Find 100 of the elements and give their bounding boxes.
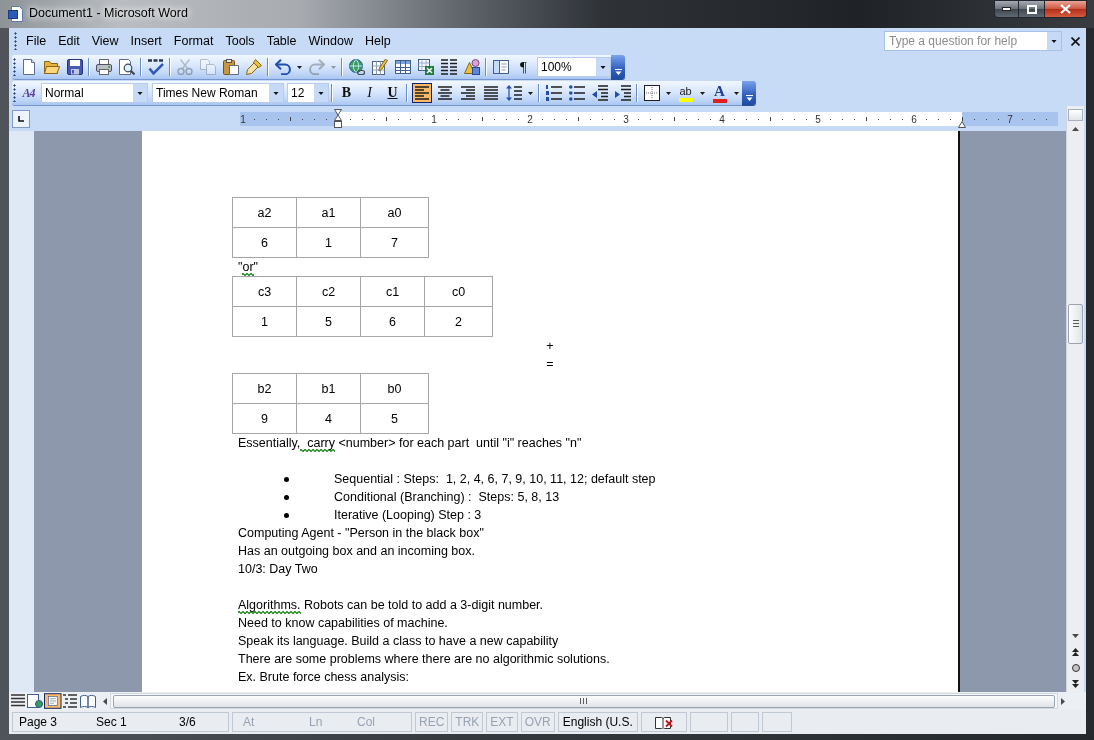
text-line: Essentially, carry <number> for each part until "i" reaches "n" <box>238 434 582 452</box>
spreadsheet-icon[interactable] <box>417 59 434 75</box>
ruler-number: 2 <box>527 113 533 125</box>
align-left-icon[interactable] <box>411 83 432 103</box>
font-combo-box[interactable]: Times New Roman <box>152 83 284 103</box>
toolbar-options-button[interactable] <box>742 81 756 105</box>
columns-icon[interactable] <box>440 59 457 75</box>
justify-icon[interactable] <box>482 86 499 100</box>
text-line: There are some problems where there are no algorithmic solutions. <box>238 651 610 668</box>
align-right-icon[interactable] <box>459 86 476 100</box>
open-book-icon[interactable] <box>79 694 96 708</box>
table-cell: a2 <box>232 197 297 228</box>
centered-text: = <box>546 356 554 373</box>
printer-icon[interactable] <box>95 59 112 75</box>
page-icon[interactable] <box>44 693 62 709</box>
table-cell: b1 <box>296 373 361 404</box>
minimize-button[interactable] <box>994 0 1019 18</box>
ruler-number: 5 <box>815 113 821 125</box>
clipboard-icon[interactable] <box>222 59 239 75</box>
double-up-arrow-icon[interactable] <box>1072 648 1079 656</box>
zoom-combo-box[interactable]: 100% <box>537 57 611 77</box>
split-handle[interactable] <box>1068 109 1083 121</box>
style-combo-box[interactable]: Normal <box>41 83 148 103</box>
align-center-icon[interactable] <box>436 86 453 100</box>
menu-item[interactable]: Help <box>359 32 397 50</box>
dropdown-arrow-icon[interactable] <box>666 91 671 95</box>
dropdown-arrow-icon[interactable] <box>700 91 705 95</box>
dropdown-arrow-icon[interactable] <box>528 91 533 95</box>
table-cell: c1 <box>360 276 425 307</box>
styles-button[interactable]: A4 <box>17 82 40 104</box>
color-swatch-icon <box>712 98 727 103</box>
right-indent-marker-icon[interactable] <box>958 120 966 128</box>
dropdown-arrow-icon[interactable] <box>297 65 302 69</box>
color-swatch-icon <box>678 97 693 102</box>
table-cell: 6 <box>232 227 297 258</box>
up-arrow-icon[interactable] <box>1072 127 1079 131</box>
page-globe-icon[interactable] <box>27 694 44 708</box>
check-mark-icon[interactable] <box>147 59 164 75</box>
table-cell: c0 <box>424 276 493 307</box>
table-cell: a1 <box>296 197 361 228</box>
lines-icon[interactable] <box>9 694 26 708</box>
globe-icon[interactable] <box>348 59 365 75</box>
undo-icon[interactable] <box>274 59 291 75</box>
menu-item[interactable]: Insert <box>124 32 168 50</box>
menu-item[interactable]: Window <box>302 32 359 50</box>
decrease-indent-icon[interactable] <box>591 85 608 101</box>
bold-button[interactable]: B <box>335 82 358 104</box>
blank-page-icon[interactable] <box>20 59 37 75</box>
language-indicator[interactable]: English (U.S. <box>557 712 638 732</box>
indent-marker-icon[interactable] <box>334 108 342 128</box>
numbered-list-icon[interactable] <box>545 85 562 101</box>
double-down-arrow-icon[interactable] <box>1072 680 1079 688</box>
tab-selector-button[interactable] <box>12 109 30 128</box>
folder-icon[interactable] <box>43 59 60 75</box>
table-cell: b2 <box>232 373 297 404</box>
menu-item[interactable]: Format <box>167 32 220 50</box>
grip-icon[interactable] <box>13 84 16 102</box>
italic-button[interactable]: I <box>358 82 381 104</box>
maximize-button[interactable] <box>1019 0 1045 18</box>
outline-list-icon[interactable] <box>62 694 79 708</box>
right-arrow-icon[interactable] <box>1061 697 1065 705</box>
toolbar-options-button[interactable] <box>611 55 625 79</box>
page-magnifier-icon[interactable] <box>118 59 135 75</box>
formatting-marks-button[interactable]: ¶ <box>520 58 527 76</box>
menu-item[interactable]: Table <box>260 32 303 50</box>
grip-icon[interactable] <box>14 32 17 50</box>
dropdown-arrow-icon[interactable] <box>734 91 739 95</box>
line-spacing-icon[interactable] <box>505 85 522 101</box>
table-grid-icon[interactable] <box>394 59 411 75</box>
at-label: At <box>243 715 256 729</box>
table-cell: 7 <box>360 227 429 258</box>
highlight-button[interactable]: ab <box>674 82 697 104</box>
font-size-combo-box[interactable]: 12 <box>287 83 329 103</box>
table-cell: b0 <box>360 373 429 404</box>
split-page-icon[interactable] <box>492 59 509 75</box>
border-grid-icon[interactable] <box>643 85 660 101</box>
menu-item[interactable]: File <box>20 32 53 50</box>
help-question-field[interactable]: Type a question for help <box>884 31 1062 51</box>
menu-item[interactable]: Edit <box>52 32 86 50</box>
underline-button[interactable]: U <box>381 82 404 104</box>
book-cross-icon[interactable] <box>654 715 673 729</box>
font-color-button[interactable]: A <box>708 82 731 104</box>
close-icon[interactable] <box>1071 36 1080 46</box>
document-icon <box>8 6 23 22</box>
tab-stop-icon <box>18 115 24 122</box>
close-icon <box>1060 4 1071 14</box>
left-arrow-icon[interactable] <box>103 697 107 705</box>
bullet-icon <box>284 513 289 518</box>
increase-indent-icon[interactable] <box>614 85 631 101</box>
down-arrow-icon[interactable] <box>1072 634 1079 638</box>
paintbrush-icon[interactable] <box>245 59 262 75</box>
scrollbar-thumb[interactable] <box>1068 304 1083 344</box>
table-pencil-icon[interactable] <box>371 59 388 75</box>
close-button[interactable] <box>1045 0 1087 18</box>
bulleted-list-icon[interactable] <box>568 85 585 101</box>
shapes-icon[interactable] <box>463 59 480 75</box>
menu-item[interactable]: Tools <box>219 32 261 50</box>
circle-icon[interactable] <box>1071 664 1080 672</box>
grip-icon[interactable] <box>13 58 16 76</box>
menu-item[interactable]: View <box>85 32 125 50</box>
